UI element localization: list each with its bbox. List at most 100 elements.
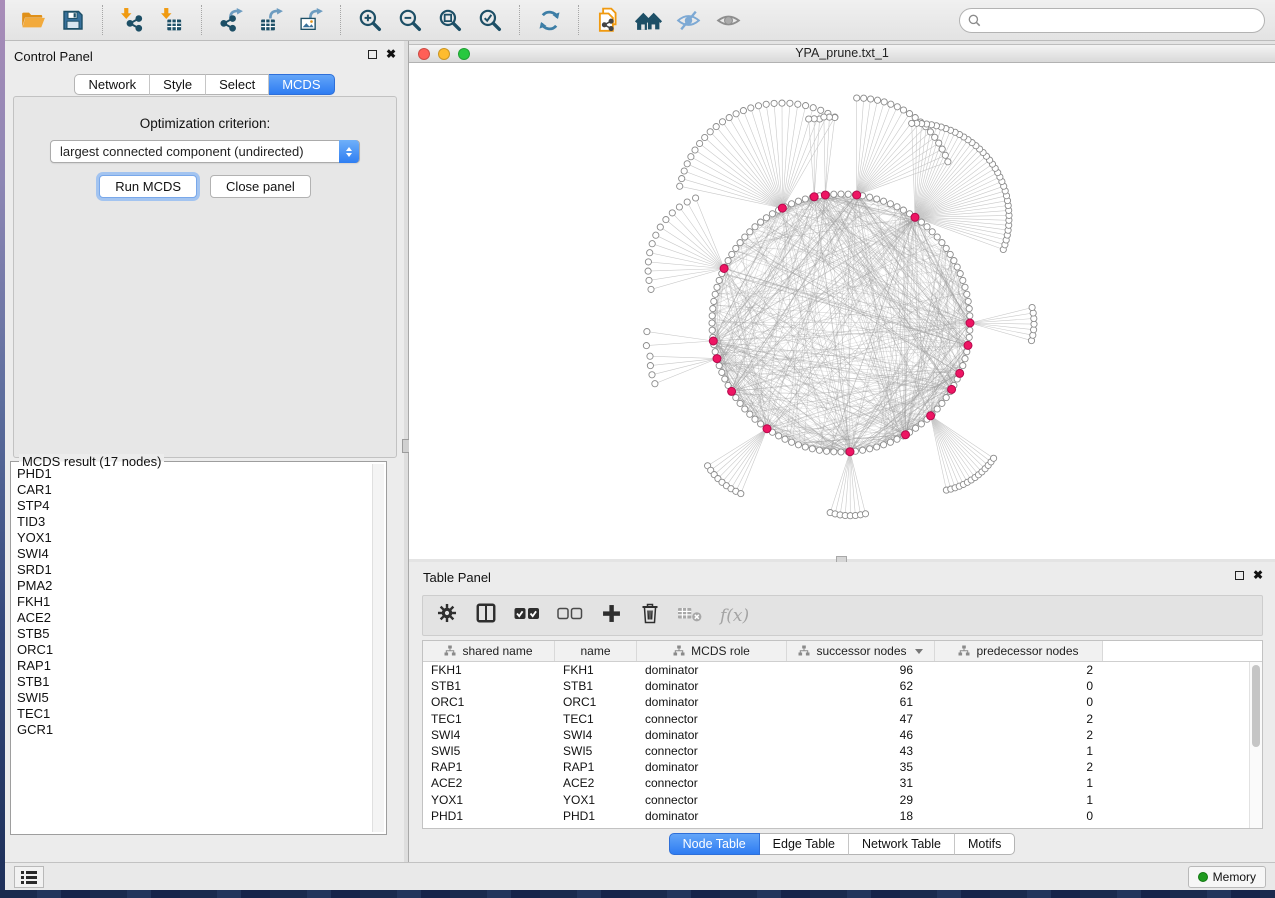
export-image-button[interactable] bbox=[291, 3, 331, 37]
table-row[interactable]: ACE2ACE2connector311 bbox=[423, 775, 1262, 791]
cell-shared-name[interactable]: RAP1 bbox=[423, 759, 555, 775]
result-scrollbar[interactable] bbox=[372, 464, 384, 832]
cell-shared-name[interactable]: TEC1 bbox=[423, 711, 555, 727]
close-table-panel-icon[interactable]: ✖ bbox=[1253, 570, 1263, 580]
zoom-fit-button[interactable] bbox=[430, 3, 470, 37]
table-row[interactable]: STB1STB1dominator620 bbox=[423, 678, 1262, 694]
save-button[interactable] bbox=[53, 3, 93, 37]
result-node[interactable]: GCR1 bbox=[17, 722, 371, 738]
cell-shared-name[interactable]: STB1 bbox=[423, 678, 555, 694]
refresh-button[interactable] bbox=[529, 3, 569, 37]
cell-predecessor-nodes[interactable]: 0 bbox=[935, 808, 1103, 824]
memory-button[interactable]: Memory bbox=[1188, 866, 1266, 888]
criterion-dropdown[interactable]: largest connected component (undirected) bbox=[50, 140, 360, 163]
zoom-in-button[interactable] bbox=[350, 3, 390, 37]
cell-name[interactable]: STB1 bbox=[555, 678, 637, 694]
select-all-button[interactable] bbox=[514, 604, 540, 628]
table-tab-node-table[interactable]: Node Table bbox=[669, 833, 760, 855]
import-network-button[interactable] bbox=[112, 3, 152, 37]
table-row[interactable]: FKH1FKH1dominator962 bbox=[423, 662, 1262, 678]
result-node[interactable]: SWI4 bbox=[17, 546, 371, 562]
cell-MCDS-role[interactable]: connector bbox=[637, 743, 787, 759]
maximize-window-icon[interactable] bbox=[458, 48, 470, 60]
close-panel-button[interactable]: Close panel bbox=[210, 175, 311, 198]
cell-MCDS-role[interactable]: dominator bbox=[637, 727, 787, 743]
table-scrollbar-thumb[interactable] bbox=[1252, 665, 1260, 747]
cell-successor-nodes[interactable]: 29 bbox=[787, 792, 935, 808]
export-table-button[interactable] bbox=[251, 3, 291, 37]
cell-shared-name[interactable]: ACE2 bbox=[423, 775, 555, 791]
cell-successor-nodes[interactable]: 46 bbox=[787, 727, 935, 743]
hide-eye-button[interactable] bbox=[668, 3, 708, 37]
table-tab-edge-table[interactable]: Edge Table bbox=[760, 833, 849, 855]
float-panel-icon[interactable] bbox=[368, 50, 377, 59]
cell-name[interactable]: YOX1 bbox=[555, 792, 637, 808]
columns-button[interactable] bbox=[475, 604, 497, 628]
gear-button[interactable] bbox=[436, 604, 458, 628]
export-network-button[interactable] bbox=[211, 3, 251, 37]
zoom-out-button[interactable] bbox=[390, 3, 430, 37]
column-header-predecessor-nodes[interactable]: predecessor nodes bbox=[935, 641, 1103, 661]
delete-button[interactable] bbox=[639, 604, 661, 628]
deselect-all-button[interactable] bbox=[557, 604, 583, 628]
table-row[interactable]: SWI5SWI5connector431 bbox=[423, 743, 1262, 759]
houses-button[interactable] bbox=[628, 3, 668, 37]
cell-predecessor-nodes[interactable]: 1 bbox=[935, 743, 1103, 759]
cell-successor-nodes[interactable]: 18 bbox=[787, 808, 935, 824]
cell-predecessor-nodes[interactable]: 1 bbox=[935, 775, 1103, 791]
result-node[interactable]: STP4 bbox=[17, 498, 371, 514]
result-node[interactable]: PMA2 bbox=[17, 578, 371, 594]
result-node[interactable]: TEC1 bbox=[17, 706, 371, 722]
cell-shared-name[interactable]: PHD1 bbox=[423, 808, 555, 824]
column-header-MCDS-role[interactable]: MCDS role bbox=[637, 641, 787, 661]
open-file-button[interactable] bbox=[13, 3, 53, 37]
table-row[interactable]: PHD1PHD1dominator180 bbox=[423, 808, 1262, 824]
tab-mcds[interactable]: MCDS bbox=[269, 74, 334, 95]
cell-successor-nodes[interactable]: 31 bbox=[787, 775, 935, 791]
cell-name[interactable]: FKH1 bbox=[555, 662, 637, 678]
cell-name[interactable]: SWI5 bbox=[555, 743, 637, 759]
search-box[interactable] bbox=[959, 8, 1265, 33]
column-header-successor-nodes[interactable]: successor nodes bbox=[787, 641, 935, 661]
cell-predecessor-nodes[interactable]: 2 bbox=[935, 662, 1103, 678]
cell-name[interactable]: ORC1 bbox=[555, 694, 637, 710]
table-scrollbar[interactable] bbox=[1249, 662, 1262, 828]
cell-successor-nodes[interactable]: 61 bbox=[787, 694, 935, 710]
import-table-button[interactable] bbox=[152, 3, 192, 37]
cell-name[interactable]: SWI4 bbox=[555, 727, 637, 743]
table-row[interactable]: ORC1ORC1dominator610 bbox=[423, 694, 1262, 710]
run-mcds-button[interactable]: Run MCDS bbox=[99, 175, 197, 198]
table-row[interactable]: RAP1RAP1dominator352 bbox=[423, 759, 1262, 775]
network-window-titlebar[interactable]: YPA_prune.txt_1 bbox=[409, 45, 1275, 63]
table-row[interactable]: SWI4SWI4dominator462 bbox=[423, 727, 1262, 743]
cell-shared-name[interactable]: FKH1 bbox=[423, 662, 555, 678]
result-node[interactable]: ORC1 bbox=[17, 642, 371, 658]
minimize-window-icon[interactable] bbox=[438, 48, 450, 60]
cell-successor-nodes[interactable]: 43 bbox=[787, 743, 935, 759]
cell-MCDS-role[interactable]: dominator bbox=[637, 694, 787, 710]
cell-predecessor-nodes[interactable]: 2 bbox=[935, 711, 1103, 727]
float-table-panel-icon[interactable] bbox=[1235, 571, 1244, 580]
cell-shared-name[interactable]: SWI5 bbox=[423, 743, 555, 759]
result-node[interactable]: TID3 bbox=[17, 514, 371, 530]
close-panel-icon[interactable]: ✖ bbox=[386, 49, 396, 59]
cell-successor-nodes[interactable]: 47 bbox=[787, 711, 935, 727]
cell-shared-name[interactable]: ORC1 bbox=[423, 694, 555, 710]
column-header-name[interactable]: name bbox=[555, 641, 637, 661]
cell-predecessor-nodes[interactable]: 0 bbox=[935, 694, 1103, 710]
cell-MCDS-role[interactable]: dominator bbox=[637, 678, 787, 694]
result-node[interactable]: FKH1 bbox=[17, 594, 371, 610]
result-node[interactable]: RAP1 bbox=[17, 658, 371, 674]
cell-MCDS-role[interactable]: dominator bbox=[637, 808, 787, 824]
cell-MCDS-role[interactable]: dominator bbox=[637, 759, 787, 775]
cell-successor-nodes[interactable]: 62 bbox=[787, 678, 935, 694]
result-node[interactable]: CAR1 bbox=[17, 482, 371, 498]
tab-style[interactable]: Style bbox=[150, 74, 206, 95]
result-node[interactable]: SWI5 bbox=[17, 690, 371, 706]
network-canvas[interactable] bbox=[409, 63, 1275, 559]
cell-name[interactable]: RAP1 bbox=[555, 759, 637, 775]
cell-successor-nodes[interactable]: 96 bbox=[787, 662, 935, 678]
result-node[interactable]: YOX1 bbox=[17, 530, 371, 546]
tab-network[interactable]: Network bbox=[74, 74, 150, 95]
cell-MCDS-role[interactable]: dominator bbox=[637, 662, 787, 678]
